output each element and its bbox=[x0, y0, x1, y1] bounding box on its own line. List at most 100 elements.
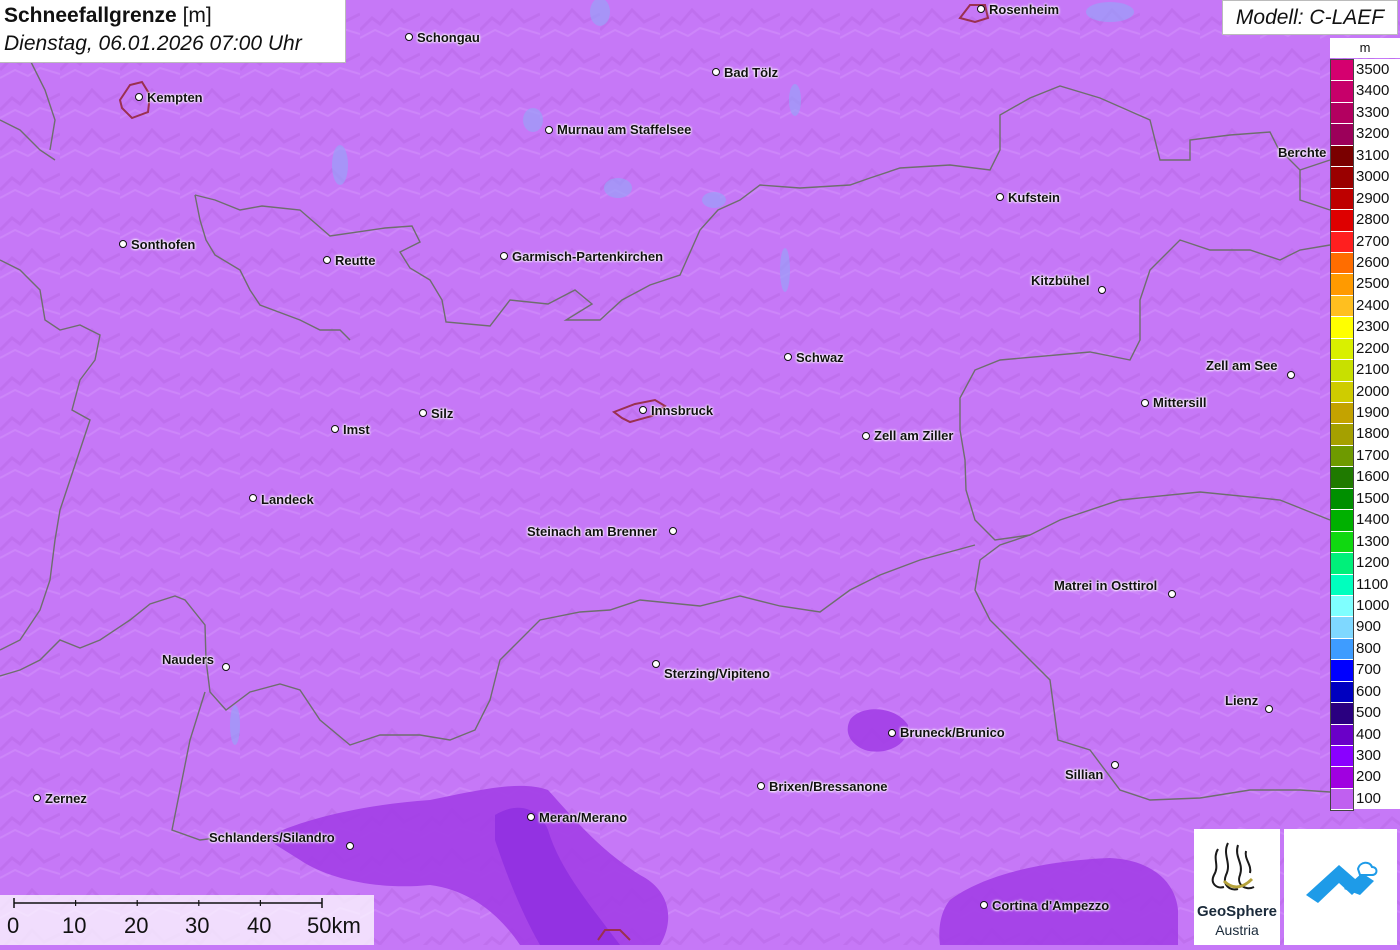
city-dot-imst[interactable] bbox=[331, 425, 339, 433]
city-dot-rosenheim[interactable] bbox=[977, 5, 985, 13]
legend-color-scale bbox=[1330, 59, 1354, 812]
city-label-landeck: Landeck bbox=[261, 492, 314, 507]
legend-label-1500: 1500 bbox=[1356, 489, 1390, 507]
city-label-innsbruck: Innsbruck bbox=[651, 403, 714, 418]
city-label-kempten: Kempten bbox=[147, 90, 203, 105]
legend-swatch-3000 bbox=[1331, 167, 1353, 189]
legend-label-500: 500 bbox=[1356, 704, 1382, 722]
city-label-bad-toelz: Bad Tölz bbox=[724, 65, 779, 80]
city-dot-meran[interactable] bbox=[527, 813, 535, 821]
legend-swatch-400 bbox=[1331, 724, 1353, 746]
city-label-schlanders: Schlanders/Silandro bbox=[209, 830, 335, 845]
city-label-lienz: Lienz bbox=[1225, 693, 1259, 708]
city-label-zell-am-ziller: Zell am Ziller bbox=[874, 428, 954, 443]
legend-labels: 3500 3400 3300 3200 3100 3000 2900 2800 2700 2600… bbox=[1354, 59, 1400, 810]
city-label-murnau: Murnau am Staffelsee bbox=[557, 122, 692, 137]
city-dot-innsbruck[interactable] bbox=[639, 406, 647, 414]
scale-bar: 0 10 20 30 40 50km bbox=[0, 895, 374, 945]
city-dot-mittersill[interactable] bbox=[1141, 399, 1149, 407]
title-text: Schneefallgrenze bbox=[4, 4, 177, 27]
city-dot-schlanders[interactable] bbox=[346, 842, 354, 850]
city-label-brixen: Brixen/Bressanone bbox=[769, 779, 888, 794]
legend-swatch-2900 bbox=[1331, 188, 1353, 211]
city-dot-kufstein[interactable] bbox=[996, 193, 1004, 201]
city-dot-zell-am-ziller[interactable] bbox=[862, 432, 870, 440]
city-dot-kitzbuehel[interactable] bbox=[1098, 286, 1106, 294]
city-dot-zernez[interactable] bbox=[33, 794, 41, 802]
city-dot-zell-am-see[interactable] bbox=[1287, 371, 1295, 379]
legend-unit: m bbox=[1330, 38, 1400, 58]
city-label-sterzing: Sterzing/Vipiteno bbox=[664, 666, 770, 681]
city-dot-murnau[interactable] bbox=[545, 126, 553, 134]
legend-label-2500: 2500 bbox=[1356, 275, 1390, 293]
legend-label-2600: 2600 bbox=[1356, 253, 1390, 271]
legend-label-3100: 3100 bbox=[1356, 146, 1390, 164]
legend-swatch-3500 bbox=[1331, 60, 1353, 82]
city-label-sonthofen: Sonthofen bbox=[131, 237, 196, 252]
legend-swatch-600 bbox=[1331, 681, 1353, 704]
snowline-map[interactable] bbox=[0, 0, 1400, 945]
legend-label-1000: 1000 bbox=[1356, 596, 1390, 614]
city-dot-kempten[interactable] bbox=[135, 93, 143, 101]
mountain-cloud-icon bbox=[1306, 861, 1378, 903]
legend-swatch-3100 bbox=[1331, 145, 1353, 168]
legend-swatch-500 bbox=[1331, 703, 1353, 725]
city-dot-schongau[interactable] bbox=[405, 33, 413, 41]
legend-swatch-3200 bbox=[1331, 124, 1353, 146]
legend-swatch-900 bbox=[1331, 617, 1353, 639]
title-box: Schneefallgrenze [m] Dienstag, 06.01.202… bbox=[0, 0, 346, 63]
city-dot-garmisch[interactable] bbox=[500, 252, 508, 260]
city-label-schwaz: Schwaz bbox=[796, 350, 844, 365]
legend-label-900: 900 bbox=[1356, 618, 1382, 636]
city-dot-reutte[interactable] bbox=[323, 256, 331, 264]
legend-swatch-1500 bbox=[1331, 488, 1353, 511]
scale-label-0: 0 bbox=[7, 913, 20, 938]
city-dot-steinach[interactable] bbox=[669, 527, 677, 535]
legend-swatch-1400 bbox=[1331, 510, 1353, 532]
city-dot-bad-toelz[interactable] bbox=[712, 68, 720, 76]
legend-swatch-2400 bbox=[1331, 295, 1353, 318]
legend-swatch-2300 bbox=[1331, 317, 1353, 339]
legend-swatch-1200 bbox=[1331, 553, 1353, 575]
map-title: Schneefallgrenze [m] bbox=[4, 2, 341, 30]
scale-label-40: 40 bbox=[247, 913, 272, 938]
geosphere-emblem-icon bbox=[1211, 842, 1255, 891]
legend-swatch-2700 bbox=[1331, 231, 1353, 253]
city-label-nauders: Nauders bbox=[162, 652, 215, 667]
legend-label-100: 100 bbox=[1356, 789, 1382, 807]
city-label-reutte: Reutte bbox=[335, 253, 376, 268]
city-label-bruneck: Bruneck/Brunico bbox=[900, 725, 1005, 740]
forecast-datetime: Dienstag, 06.01.2026 07:00 Uhr bbox=[4, 32, 302, 55]
legend-swatch-2600 bbox=[1331, 252, 1353, 275]
legend-label-3400: 3400 bbox=[1356, 82, 1390, 100]
city-dot-cortina[interactable] bbox=[980, 901, 988, 909]
legend-swatch-2000 bbox=[1331, 381, 1353, 403]
city-dot-schwaz[interactable] bbox=[784, 353, 792, 361]
city-dot-silz[interactable] bbox=[419, 409, 427, 417]
geosphere-logo[interactable]: GeoSphere Austria bbox=[1194, 829, 1280, 945]
scale-label-50km: 50km bbox=[307, 913, 361, 938]
city-dot-brixen[interactable] bbox=[757, 782, 765, 790]
scale-label-30: 30 bbox=[185, 913, 210, 938]
legend-label-1700: 1700 bbox=[1356, 446, 1390, 464]
city-dot-matrei[interactable] bbox=[1168, 590, 1176, 598]
city-dot-lienz[interactable] bbox=[1265, 705, 1273, 713]
city-dot-landeck[interactable] bbox=[249, 494, 257, 502]
city-dot-sillian[interactable] bbox=[1111, 761, 1119, 769]
legend-swatch-1700 bbox=[1331, 445, 1353, 468]
legend-label-600: 600 bbox=[1356, 682, 1382, 700]
city-label-steinach: Steinach am Brenner bbox=[527, 524, 658, 539]
city-label-meran: Meran/Merano bbox=[539, 810, 628, 825]
city-dot-nauders[interactable] bbox=[222, 663, 230, 671]
partner-logo[interactable] bbox=[1284, 829, 1397, 945]
city-dot-sonthofen[interactable] bbox=[119, 240, 127, 248]
title-unit: [m] bbox=[182, 4, 212, 27]
city-label-imst: Imst bbox=[343, 422, 370, 437]
legend-label-1100: 1100 bbox=[1356, 575, 1389, 593]
city-label-zell-am-see: Zell am See bbox=[1206, 358, 1278, 373]
legend-label-1600: 1600 bbox=[1356, 468, 1390, 486]
city-dot-bruneck[interactable] bbox=[888, 729, 896, 737]
city-dot-sterzing[interactable] bbox=[652, 660, 660, 668]
city-label-matrei: Matrei in Osttirol bbox=[1054, 578, 1158, 593]
legend-label-1300: 1300 bbox=[1356, 532, 1390, 550]
